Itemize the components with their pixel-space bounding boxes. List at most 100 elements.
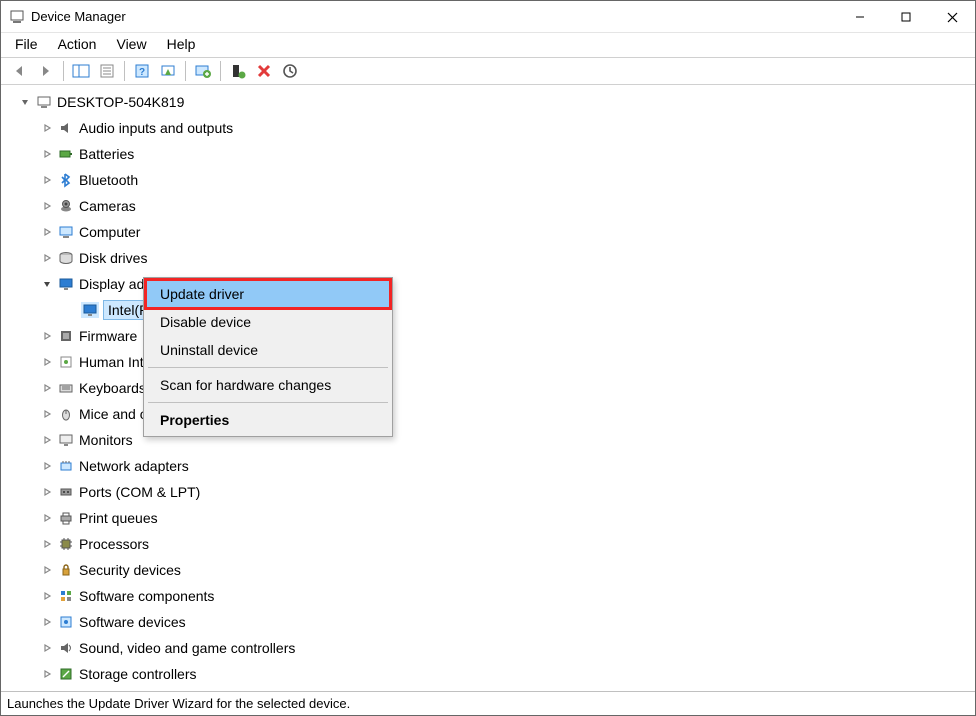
display-icon	[57, 276, 75, 292]
device-tree[interactable]: DESKTOP-504K819 Audio inputs and outputs…	[1, 85, 975, 687]
expand-icon[interactable]	[41, 201, 53, 211]
enable-device-toolbar-button[interactable]	[226, 60, 250, 82]
tree-category-label: Computer	[79, 224, 140, 240]
tree-category[interactable]: Storage controllers	[5, 661, 971, 687]
collapse-icon[interactable]	[19, 97, 31, 107]
tree-category-label: Disk drives	[79, 250, 147, 266]
expand-icon[interactable]	[41, 617, 53, 627]
tree-category[interactable]: Bluetooth	[5, 167, 971, 193]
softdev-icon	[57, 614, 75, 630]
tree-category[interactable]: Cameras	[5, 193, 971, 219]
properties-toolbar-button[interactable]	[95, 60, 119, 82]
monitor-icon	[57, 432, 75, 448]
disk-icon	[57, 250, 75, 266]
expand-icon[interactable]	[41, 643, 53, 653]
context-menu-item[interactable]: Update driver	[146, 280, 390, 308]
expand-icon[interactable]	[41, 383, 53, 393]
menu-bar: File Action View Help	[1, 33, 975, 57]
tree-category-label: Security devices	[79, 562, 181, 578]
menu-help[interactable]: Help	[167, 36, 196, 52]
camera-icon	[57, 198, 75, 214]
expand-icon[interactable]	[41, 539, 53, 549]
menu-action[interactable]: Action	[58, 36, 97, 52]
tree-category[interactable]: Software components	[5, 583, 971, 609]
tree-category[interactable]: Ports (COM & LPT)	[5, 479, 971, 505]
display-icon	[81, 302, 99, 318]
tree-category[interactable]: Computer	[5, 219, 971, 245]
forward-button[interactable]	[34, 60, 58, 82]
toolbar-sep	[63, 61, 64, 81]
expand-icon[interactable]	[41, 409, 53, 419]
tree-category-label: Monitors	[79, 432, 133, 448]
network-icon	[57, 458, 75, 474]
expand-icon[interactable]	[41, 565, 53, 575]
expand-icon[interactable]	[41, 487, 53, 497]
back-button[interactable]	[8, 60, 32, 82]
audio-icon	[57, 120, 75, 136]
port-icon	[57, 484, 75, 500]
security-icon	[57, 562, 75, 578]
context-menu-item[interactable]: Uninstall device	[146, 336, 390, 364]
collapse-icon[interactable]	[41, 279, 53, 289]
tree-category-label: Audio inputs and outputs	[79, 120, 233, 136]
toolbar-sep	[124, 61, 125, 81]
close-button[interactable]	[929, 1, 975, 33]
tree-category-label: Bluetooth	[79, 172, 138, 188]
tree-category[interactable]: Batteries	[5, 141, 971, 167]
context-menu-item[interactable]: Scan for hardware changes	[146, 371, 390, 399]
expand-icon[interactable]	[41, 513, 53, 523]
bluetooth-icon	[57, 172, 75, 188]
expand-icon[interactable]	[41, 669, 53, 679]
firmware-icon	[57, 328, 75, 344]
tree-category[interactable]: Audio inputs and outputs	[5, 115, 971, 141]
sound-icon	[57, 640, 75, 656]
title-bar: Device Manager	[1, 1, 975, 33]
tree-category[interactable]: Network adapters	[5, 453, 971, 479]
tree-category[interactable]: Security devices	[5, 557, 971, 583]
tree-category-label: Ports (COM & LPT)	[79, 484, 200, 500]
show-hide-console-button[interactable]	[69, 60, 93, 82]
tree-category[interactable]: Software devices	[5, 609, 971, 635]
update-driver-toolbar-button[interactable]	[191, 60, 215, 82]
expand-icon[interactable]	[41, 435, 53, 445]
expand-icon[interactable]	[41, 149, 53, 159]
app-icon	[9, 9, 25, 25]
expand-icon[interactable]	[41, 331, 53, 341]
context-menu-item[interactable]: Disable device	[146, 308, 390, 336]
status-text: Launches the Update Driver Wizard for th…	[7, 696, 350, 711]
storage-icon	[57, 666, 75, 682]
expand-icon[interactable]	[41, 123, 53, 133]
scan-hardware-toolbar-button[interactable]	[278, 60, 302, 82]
tree-category-label: Sound, video and game controllers	[79, 640, 295, 656]
toolbar-sep	[185, 61, 186, 81]
expand-icon[interactable]	[41, 227, 53, 237]
computer-icon	[35, 94, 53, 110]
tree-category-label: Firmware	[79, 328, 137, 344]
context-menu-item[interactable]: Properties	[146, 406, 390, 434]
maximize-button[interactable]	[883, 1, 929, 33]
expand-icon[interactable]	[41, 461, 53, 471]
expand-icon[interactable]	[41, 175, 53, 185]
expand-icon[interactable]	[41, 591, 53, 601]
svg-text:?: ?	[139, 67, 145, 78]
softcomp-icon	[57, 588, 75, 604]
minimize-button[interactable]	[837, 1, 883, 33]
cpu-icon	[57, 536, 75, 552]
context-menu-sep	[148, 367, 388, 368]
mouse-icon	[57, 406, 75, 422]
uninstall-device-toolbar-button[interactable]	[252, 60, 276, 82]
window-buttons	[837, 1, 975, 33]
tree-category[interactable]: Processors	[5, 531, 971, 557]
tree-root[interactable]: DESKTOP-504K819	[5, 89, 971, 115]
menu-view[interactable]: View	[116, 36, 146, 52]
status-bar: Launches the Update Driver Wizard for th…	[1, 691, 975, 715]
tree-category[interactable]: Print queues	[5, 505, 971, 531]
tree-category[interactable]: Sound, video and game controllers	[5, 635, 971, 661]
expand-icon[interactable]	[41, 357, 53, 367]
expand-icon[interactable]	[41, 253, 53, 263]
scan-toolbar-button[interactable]	[156, 60, 180, 82]
tree-category[interactable]: Disk drives	[5, 245, 971, 271]
menu-file[interactable]: File	[15, 36, 38, 52]
help-toolbar-button[interactable]: ?	[130, 60, 154, 82]
tree-category-label: Batteries	[79, 146, 134, 162]
